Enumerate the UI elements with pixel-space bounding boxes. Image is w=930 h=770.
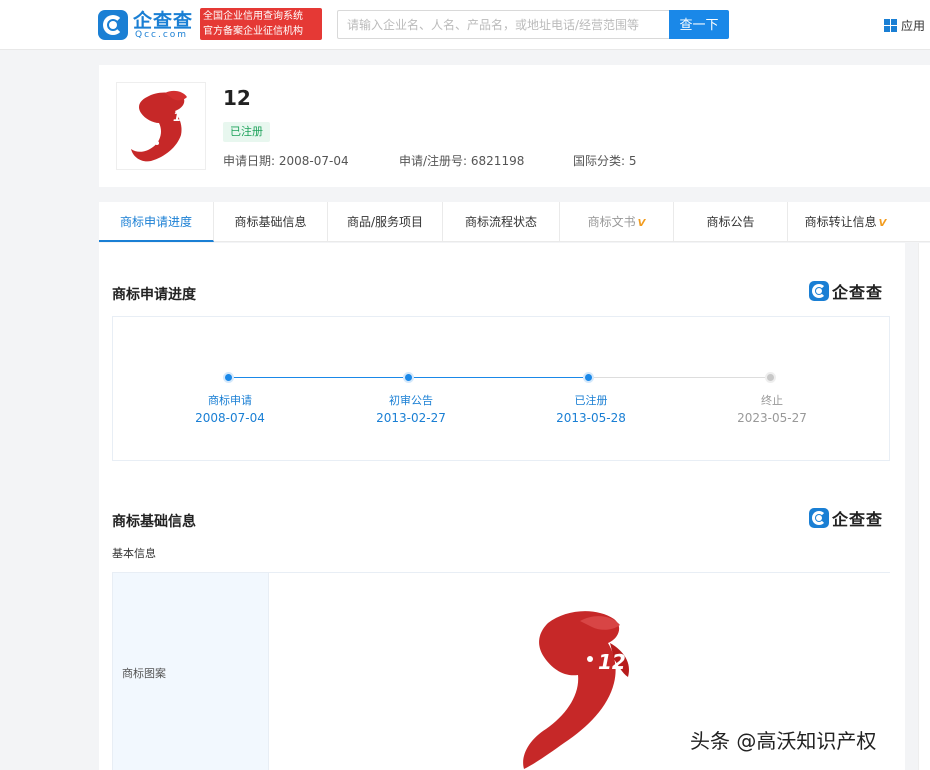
tab-label: 商标流程状态 [464,215,537,229]
tab-label: 商标转让信息 [804,215,877,229]
timeline-node [583,372,594,383]
step-label: 商标申请 [208,394,252,407]
timeline-segment [409,377,589,378]
step-date: 2013-02-27 [376,411,446,425]
step-date: 2013-05-28 [556,411,626,425]
tab-label: 商标文书 [587,215,636,229]
progress-section-title: 商标申请进度 [112,287,196,303]
step-label: 终止 [761,394,783,407]
trademark-profile-card: 12 12 已注册 申请日期: 2008-07-04 申请/注册号: 68211… [99,65,930,187]
vip-icon: V [878,218,887,229]
apply-date: 申请日期: 2008-07-04 [223,154,349,168]
international-class: 国际分类: 5 [573,154,637,168]
qcc-logo-icon [809,281,829,301]
search-input[interactable] [337,10,669,39]
tab-documents[interactable]: 商标文书 V [560,202,674,242]
apps-grid-icon [884,18,897,32]
badge-line-2: 官方备案企业征信机构 [203,26,303,37]
tab-label: 商标申请进度 [119,215,192,229]
tab-bar: 商标申请进度 商标基础信息 商品/服务项目 商标流程状态 商标文书 V 商标公告 … [99,202,930,242]
svg-text:12: 12 [598,650,626,674]
qcc-brand-mark: 企查查 [809,280,883,302]
timeline-node [765,372,776,383]
qcc-logo-icon[interactable] [98,10,128,40]
top-header: 企查查 Qcc.com 全国企业信用查询系统 官方备案企业征信机构 查一下 应用 [0,0,930,50]
apps-menu[interactable]: 应用 [884,16,925,34]
progress-timeline: 商标申请 2008-07-04 初审公告 2013-02-27 已注册 2013… [112,316,890,461]
step-label: 初审公告 [389,394,433,407]
badge-line-1: 全国企业信用查询系统 [203,11,303,22]
main-content: 商标申请进度 企查查 商标申请 2008-07-04 初审公告 2013-02-… [99,243,905,770]
tab-basic-info[interactable]: 商标基础信息 [214,202,328,242]
tab-label: 商标公告 [706,215,755,229]
timeline-segment [589,377,771,378]
registration-number: 申请/注册号: 6821198 [399,154,525,168]
tab-transfer-info[interactable]: 商标转让信息 V [788,202,903,242]
logo-text[interactable]: 企查查 [133,6,193,33]
search-button[interactable]: 查一下 [669,10,729,39]
tab-goods-services[interactable]: 商品/服务项目 [328,202,443,242]
step-date: 2023-05-27 [737,411,807,425]
tab-announcements[interactable]: 商标公告 [674,202,788,242]
credit-system-badge: 全国企业信用查询系统 官方备案企业征信机构 [200,8,322,40]
tab-label: 商品/服务项目 [346,215,424,229]
logo-domain: Qcc.com [135,30,189,40]
qcc-brand-mark: 企查查 [809,507,883,529]
step-date: 2008-07-04 [195,411,265,425]
timeline-node [403,372,414,383]
brand-text: 企查查 [832,510,884,529]
timeline-node [223,372,234,383]
table-key-cell: 商标图案 [113,573,269,770]
vip-icon: V [637,218,646,229]
qcc-logo-icon [809,508,829,528]
timeline-segment [229,377,409,378]
apps-label: 应用 [901,18,926,33]
trademark-image-label: 商标图案 [122,667,166,680]
status-badge: 已注册 [223,122,270,142]
tab-application-progress[interactable]: 商标申请进度 [99,202,214,242]
tab-process-status[interactable]: 商标流程状态 [443,202,560,242]
step-label: 已注册 [574,394,608,407]
basic-info-section-title: 商标基础信息 [112,514,196,530]
watermark-text: 头条 @高沃知识产权 [690,729,877,753]
brand-text: 企查查 [832,283,884,302]
tab-label: 商标基础信息 [234,215,307,229]
trademark-thumbnail[interactable]: 12 [116,82,206,170]
svg-text:12: 12 [173,110,190,124]
right-side-panel [918,243,930,770]
trademark-image[interactable]: 12 [514,603,644,770]
basic-info-subtitle: 基本信息 [112,547,156,560]
trademark-name: 12 [223,86,251,110]
